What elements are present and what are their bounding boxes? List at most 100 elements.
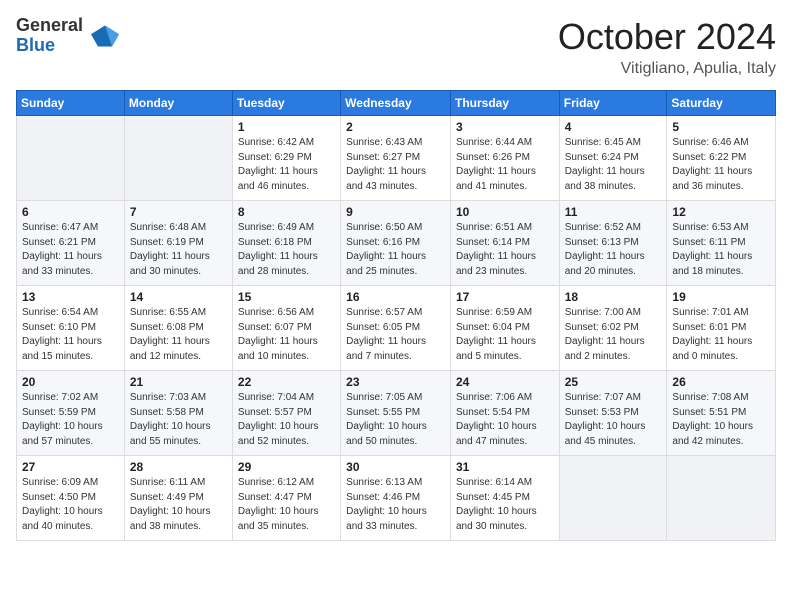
day-cell: 12 Sunrise: 6:53 AM Sunset: 6:11 PM Dayli… [667, 201, 776, 286]
day-info: Sunrise: 6:52 AM Sunset: 6:13 PM Dayligh… [565, 221, 662, 279]
day-cell: 27 Sunrise: 6:09 AM Sunset: 4:50 PM Dayli… [17, 456, 125, 541]
day-number: 16 [346, 290, 445, 304]
week-row-3: 13 Sunrise: 6:54 AM Sunset: 6:10 PM Dayli… [17, 286, 776, 371]
day-info: Sunrise: 6:13 AM Sunset: 4:46 PM Dayligh… [346, 476, 445, 534]
day-info: Sunrise: 7:08 AM Sunset: 5:51 PM Dayligh… [672, 391, 770, 449]
day-number: 9 [346, 205, 445, 219]
day-number: 23 [346, 375, 445, 389]
day-cell: 15Sunrise: 6:56 AM Sunset: 6:07 PM Dayli… [232, 286, 340, 371]
day-cell: 16 Sunrise: 6:57 AM Sunset: 6:05 PM Dayli… [341, 286, 451, 371]
day-cell: 6 Sunrise: 6:47 AM Sunset: 6:21 PM Daylig… [17, 201, 125, 286]
day-number: 21 [130, 375, 227, 389]
day-number: 28 [130, 460, 227, 474]
day-number: 18 [565, 290, 662, 304]
day-info: Sunrise: 6:44 AM Sunset: 6:26 PM Dayligh… [456, 136, 554, 194]
day-number: 3 [456, 120, 554, 134]
day-info: Sunrise: 7:00 AM Sunset: 6:02 PM Dayligh… [565, 306, 662, 364]
day-cell: 7 Sunrise: 6:48 AM Sunset: 6:19 PM Daylig… [124, 201, 232, 286]
day-number: 4 [565, 120, 662, 134]
day-cell: 3 Sunrise: 6:44 AM Sunset: 6:26 PM Daylig… [450, 116, 559, 201]
day-info: Sunrise: 6:59 AM Sunset: 6:04 PM Dayligh… [456, 306, 554, 364]
day-cell: 24 Sunrise: 7:06 AM Sunset: 5:54 PM Dayli… [450, 371, 559, 456]
month-title: October 2024 [558, 16, 776, 58]
day-cell: 29Sunrise: 6:12 AM Sunset: 4:47 PM Dayli… [232, 456, 340, 541]
day-cell: 11 Sunrise: 6:52 AM Sunset: 6:13 PM Dayli… [559, 201, 667, 286]
day-cell: 21 Sunrise: 7:03 AM Sunset: 5:58 PM Dayli… [124, 371, 232, 456]
day-number: 15 [238, 290, 335, 304]
day-number: 14 [130, 290, 227, 304]
day-info: Sunrise: 6:57 AM Sunset: 6:05 PM Dayligh… [346, 306, 445, 364]
day-cell: 30 Sunrise: 6:13 AM Sunset: 4:46 PM Dayli… [341, 456, 451, 541]
day-info: Sunrise: 7:07 AM Sunset: 5:53 PM Dayligh… [565, 391, 662, 449]
day-number: 31 [456, 460, 554, 474]
title-block: October 2024 Vitigliano, Apulia, Italy [558, 16, 776, 78]
day-info: Sunrise: 7:03 AM Sunset: 5:58 PM Dayligh… [130, 391, 227, 449]
day-cell: 18 Sunrise: 7:00 AM Sunset: 6:02 PM Dayli… [559, 286, 667, 371]
day-info: Sunrise: 6:14 AM Sunset: 4:45 PM Dayligh… [456, 476, 554, 534]
day-number: 7 [130, 205, 227, 219]
day-number: 24 [456, 375, 554, 389]
day-info: Sunrise: 6:46 AM Sunset: 6:22 PM Dayligh… [672, 136, 770, 194]
day-cell: 14 Sunrise: 6:55 AM Sunset: 6:08 PM Dayli… [124, 286, 232, 371]
day-info: Sunrise: 6:43 AM Sunset: 6:27 PM Dayligh… [346, 136, 445, 194]
day-number: 30 [346, 460, 445, 474]
day-cell: 4 Sunrise: 6:45 AM Sunset: 6:24 PM Daylig… [559, 116, 667, 201]
day-cell: 19Sunrise: 7:01 AM Sunset: 6:01 PM Dayli… [667, 286, 776, 371]
header-saturday: Saturday [667, 91, 776, 116]
logo-text: GeneralBlue [16, 16, 83, 56]
header-monday: Monday [124, 91, 232, 116]
day-number: 27 [22, 460, 119, 474]
day-cell: 8 Sunrise: 6:49 AM Sunset: 6:18 PM Daylig… [232, 201, 340, 286]
day-info: Sunrise: 6:55 AM Sunset: 6:08 PM Dayligh… [130, 306, 227, 364]
day-cell: 17 Sunrise: 6:59 AM Sunset: 6:04 PM Dayli… [450, 286, 559, 371]
weekday-header-row: Sunday Monday Tuesday Wednesday Thursday… [17, 91, 776, 116]
day-cell: 23Sunrise: 7:05 AM Sunset: 5:55 PM Dayli… [341, 371, 451, 456]
day-number: 8 [238, 205, 335, 219]
day-cell: 22Sunrise: 7:04 AM Sunset: 5:57 PM Dayli… [232, 371, 340, 456]
day-number: 11 [565, 205, 662, 219]
day-cell: 31 Sunrise: 6:14 AM Sunset: 4:45 PM Dayli… [450, 456, 559, 541]
day-info: Sunrise: 6:53 AM Sunset: 6:11 PM Dayligh… [672, 221, 770, 279]
day-info: Sunrise: 6:48 AM Sunset: 6:19 PM Dayligh… [130, 221, 227, 279]
week-row-4: 20Sunrise: 7:02 AM Sunset: 5:59 PM Dayli… [17, 371, 776, 456]
day-number: 6 [22, 205, 119, 219]
calendar-table: Sunday Monday Tuesday Wednesday Thursday… [16, 90, 776, 541]
day-number: 17 [456, 290, 554, 304]
day-info: Sunrise: 6:42 AM Sunset: 6:29 PM Dayligh… [238, 136, 335, 194]
day-info: Sunrise: 6:50 AM Sunset: 6:16 PM Dayligh… [346, 221, 445, 279]
header-wednesday: Wednesday [341, 91, 451, 116]
day-number: 22 [238, 375, 335, 389]
day-number: 12 [672, 205, 770, 219]
day-number: 5 [672, 120, 770, 134]
day-number: 13 [22, 290, 119, 304]
day-info: Sunrise: 7:02 AM Sunset: 5:59 PM Dayligh… [22, 391, 119, 449]
day-info: Sunrise: 6:09 AM Sunset: 4:50 PM Dayligh… [22, 476, 119, 534]
day-cell: 5 Sunrise: 6:46 AM Sunset: 6:22 PM Daylig… [667, 116, 776, 201]
day-cell: 25 Sunrise: 7:07 AM Sunset: 5:53 PM Dayli… [559, 371, 667, 456]
day-cell: 13 Sunrise: 6:54 AM Sunset: 6:10 PM Dayli… [17, 286, 125, 371]
day-cell: 20Sunrise: 7:02 AM Sunset: 5:59 PM Dayli… [17, 371, 125, 456]
day-number: 25 [565, 375, 662, 389]
day-cell: 1 Sunrise: 6:42 AM Sunset: 6:29 PM Daylig… [232, 116, 340, 201]
logo-icon [91, 22, 119, 50]
day-info: Sunrise: 7:06 AM Sunset: 5:54 PM Dayligh… [456, 391, 554, 449]
day-info: Sunrise: 6:54 AM Sunset: 6:10 PM Dayligh… [22, 306, 119, 364]
header-friday: Friday [559, 91, 667, 116]
day-number: 26 [672, 375, 770, 389]
location-title: Vitigliano, Apulia, Italy [558, 60, 776, 78]
day-info: Sunrise: 6:49 AM Sunset: 6:18 PM Dayligh… [238, 221, 335, 279]
day-cell: 2Sunrise: 6:43 AM Sunset: 6:27 PM Daylig… [341, 116, 451, 201]
day-cell [559, 456, 667, 541]
week-row-2: 6 Sunrise: 6:47 AM Sunset: 6:21 PM Daylig… [17, 201, 776, 286]
day-cell: 10Sunrise: 6:51 AM Sunset: 6:14 PM Dayli… [450, 201, 559, 286]
day-cell [17, 116, 125, 201]
day-cell: 9 Sunrise: 6:50 AM Sunset: 6:16 PM Daylig… [341, 201, 451, 286]
day-info: Sunrise: 7:01 AM Sunset: 6:01 PM Dayligh… [672, 306, 770, 364]
day-cell: 28Sunrise: 6:11 AM Sunset: 4:49 PM Dayli… [124, 456, 232, 541]
day-info: Sunrise: 6:47 AM Sunset: 6:21 PM Dayligh… [22, 221, 119, 279]
day-number: 29 [238, 460, 335, 474]
day-info: Sunrise: 6:45 AM Sunset: 6:24 PM Dayligh… [565, 136, 662, 194]
day-number: 1 [238, 120, 335, 134]
header: GeneralBlue October 2024 Vitigliano, Apu… [16, 16, 776, 78]
day-cell [124, 116, 232, 201]
